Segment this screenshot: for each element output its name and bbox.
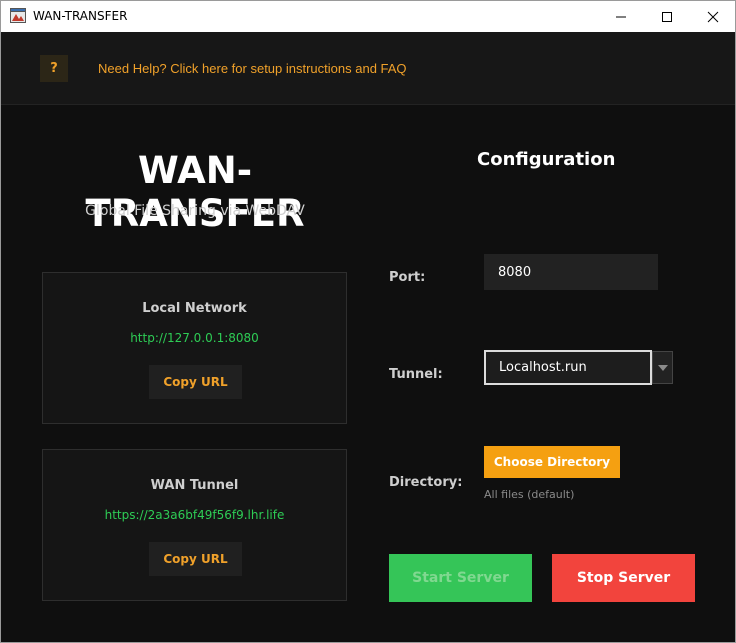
tunnel-select[interactable]: Localhost.run [484, 350, 673, 385]
port-input[interactable] [484, 254, 658, 290]
minimize-icon [616, 16, 626, 17]
window-title: WAN-TRANSFER [33, 9, 128, 23]
app-title: WAN-TRANSFER [85, 149, 305, 235]
copy-wan-url-button[interactable]: Copy URL [149, 542, 242, 576]
copy-local-url-button[interactable]: Copy URL [149, 365, 242, 399]
local-url: http://127.0.0.1:8080 [130, 331, 259, 345]
directory-label: Directory: [389, 475, 463, 490]
local-network-title: Local Network [142, 301, 247, 316]
choose-directory-button[interactable]: Choose Directory [484, 446, 620, 478]
help-link[interactable]: Need Help? Click here for setup instruct… [98, 61, 407, 76]
wan-tunnel-card: WAN Tunnel https://2a3a6bf49f56f9.lhr.li… [42, 449, 347, 601]
configuration-title: Configuration [477, 149, 616, 170]
port-label: Port: [389, 270, 426, 285]
help-bar: ? Need Help? Click here for setup instru… [1, 32, 735, 105]
maximize-icon [662, 11, 672, 22]
tunnel-label: Tunnel: [389, 367, 443, 382]
directory-note: All files (default) [484, 488, 575, 501]
wan-tunnel-title: WAN Tunnel [150, 478, 239, 493]
close-icon [707, 11, 719, 22]
maximize-button[interactable] [644, 1, 690, 32]
stop-server-button[interactable]: Stop Server [552, 554, 695, 602]
local-network-card: Local Network http://127.0.0.1:8080 Copy… [42, 272, 347, 424]
app-subtitle: Global File Sharing via WebDAV [85, 203, 305, 219]
app-window: WAN-TRANSFER ? Need Help? Click here for… [0, 0, 736, 643]
chevron-down-icon [657, 364, 668, 371]
app-window-icon [10, 8, 26, 24]
minimize-button[interactable] [598, 1, 644, 32]
tunnel-dropdown-button[interactable] [652, 351, 673, 384]
wan-url: https://2a3a6bf49f56f9.lhr.life [104, 508, 285, 522]
start-server-button[interactable]: Start Server [389, 554, 532, 602]
title-bar: WAN-TRANSFER [1, 1, 735, 32]
tunnel-selected-value[interactable]: Localhost.run [484, 350, 652, 385]
help-icon[interactable]: ? [40, 55, 68, 82]
close-button[interactable] [690, 1, 735, 32]
